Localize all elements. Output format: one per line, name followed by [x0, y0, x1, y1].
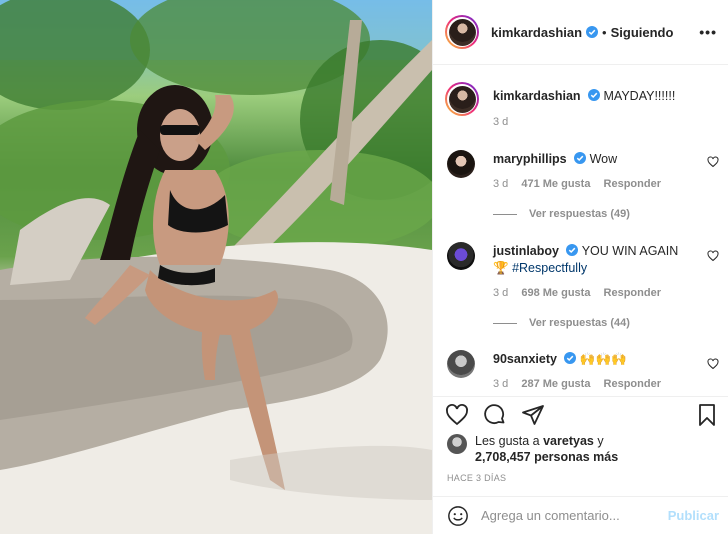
- emoji-smiley-icon[interactable]: [447, 505, 469, 527]
- verified-badge-icon: [586, 26, 599, 38]
- comment-bubble-icon[interactable]: [483, 403, 507, 427]
- view-replies-label: Ver respuestas (44): [529, 317, 630, 329]
- comment-text: Wow: [589, 152, 618, 166]
- author-avatar[interactable]: [445, 15, 479, 49]
- post-actions: Les gusta a varetyas y 2,708,457 persona…: [433, 396, 728, 506]
- like-comment-heart-icon[interactable]: [707, 250, 719, 262]
- post-sidebar: kimkardashian • Siguiendo ••• kimkardash…: [432, 0, 728, 534]
- reply-button[interactable]: Responder: [604, 178, 661, 190]
- verified-badge-icon: [588, 89, 601, 101]
- like-heart-icon[interactable]: [445, 403, 469, 427]
- verified-badge-icon: [566, 244, 579, 256]
- liker-username[interactable]: varetyas: [543, 434, 594, 448]
- likes-prefix: Les gusta a: [475, 434, 544, 448]
- comment-time[interactable]: 3 d: [493, 178, 508, 190]
- like-comment-heart-icon[interactable]: [707, 156, 719, 168]
- caption-time[interactable]: 3 d: [493, 116, 508, 128]
- comment-likes[interactable]: 471 Me gusta: [521, 178, 590, 190]
- liker-avatar[interactable]: [447, 434, 467, 454]
- likes-summary[interactable]: Les gusta a varetyas y 2,708,457 persona…: [447, 433, 618, 465]
- share-paper-plane-icon[interactable]: [521, 403, 545, 427]
- view-replies-label: Ver respuestas (49): [529, 208, 630, 220]
- publish-label: Publicar: [667, 508, 719, 523]
- commenter-avatar[interactable]: [447, 350, 475, 378]
- comment-input[interactable]: [481, 508, 651, 523]
- post-photo[interactable]: [0, 0, 432, 534]
- comment-item: maryphillips Wow 3 d 471 Me gusta Respon…: [447, 150, 719, 240]
- comments-list[interactable]: kimkardashian MAYDAY!!!!!! 3 d maryphill…: [433, 66, 728, 396]
- caption-text: MAYDAY!!!!!!: [603, 89, 676, 103]
- beach-scene: [0, 0, 432, 534]
- comment-likes[interactable]: 698 Me gusta: [521, 287, 590, 299]
- author-username[interactable]: kimkardashian: [491, 25, 582, 40]
- verified-badge-icon: [574, 152, 587, 164]
- caption: kimkardashian MAYDAY!!!!!! 3 d: [445, 82, 719, 146]
- publish-button[interactable]: Publicar: [668, 508, 719, 523]
- comment-username[interactable]: 90sanxiety: [493, 352, 557, 366]
- caption-username[interactable]: kimkardashian: [493, 89, 581, 103]
- commenter-avatar[interactable]: [447, 150, 475, 178]
- comment-time[interactable]: 3 d: [493, 287, 508, 299]
- like-comment-heart-icon[interactable]: [707, 358, 719, 370]
- view-replies-button[interactable]: Ver respuestas (44): [493, 317, 630, 329]
- comment-item: 90sanxiety 🙌🙌🙌 3 d 287 Me gusta Responde…: [447, 350, 719, 396]
- more-options-icon[interactable]: •••: [699, 24, 717, 40]
- comment-composer: Publicar: [433, 496, 728, 534]
- post-time-ago[interactable]: HACE 3 DÍAS: [447, 473, 506, 483]
- comment-time[interactable]: 3 d: [493, 378, 508, 390]
- comment-likes[interactable]: 287 Me gusta: [521, 378, 590, 390]
- comment-text: 🙌🙌🙌: [579, 352, 627, 366]
- reply-button[interactable]: Responder: [604, 287, 661, 299]
- save-bookmark-icon[interactable]: [695, 403, 719, 427]
- verified-badge-icon: [564, 352, 577, 364]
- trophy-emoji: 🏆: [493, 261, 509, 275]
- comment-username[interactable]: maryphillips: [493, 152, 567, 166]
- comment-item: justinlaboy YOU WIN AGAIN 🏆 #Respectfull…: [447, 242, 719, 342]
- caption-avatar[interactable]: [445, 82, 479, 116]
- comment-username[interactable]: justinlaboy: [493, 244, 559, 258]
- reply-button[interactable]: Responder: [604, 378, 661, 390]
- view-replies-button[interactable]: Ver respuestas (49): [493, 208, 630, 220]
- follow-status-button[interactable]: Siguiendo: [611, 25, 674, 40]
- hashtag-link[interactable]: #Respectfully: [512, 261, 587, 275]
- comment-text: YOU WIN AGAIN: [581, 244, 679, 258]
- likes-count[interactable]: 2,708,457 personas más: [475, 450, 618, 464]
- separator-dot: •: [602, 24, 607, 40]
- post-header: kimkardashian • Siguiendo •••: [433, 0, 728, 65]
- likes-suffix: y: [593, 434, 604, 448]
- commenter-avatar[interactable]: [447, 242, 475, 270]
